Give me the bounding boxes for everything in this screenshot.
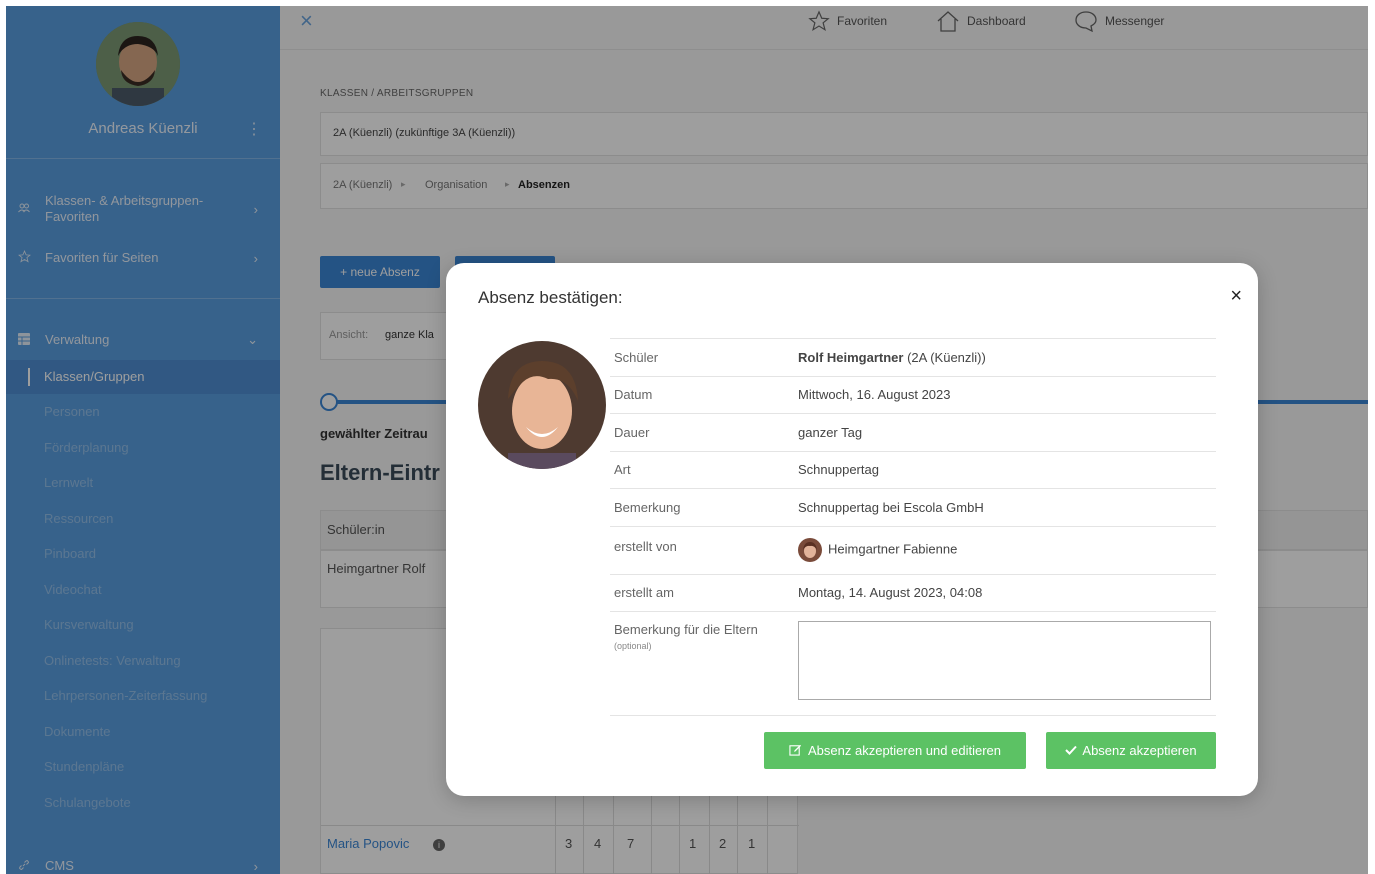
value-parent-remark	[794, 611, 1216, 716]
student-name: Rolf Heimgartner	[798, 349, 904, 365]
label-remark: Bemerkung	[610, 488, 794, 526]
absence-details-table: Schüler Rolf Heimgartner (2A (Küenzli)) …	[610, 338, 1216, 716]
value-duration: ganzer Tag	[794, 413, 1216, 451]
confirm-absence-modal: Absenz bestätigen: × Schüler Rolf Heimga…	[446, 263, 1258, 796]
label-type: Art	[610, 450, 794, 489]
value-date: Mittwoch, 16. August 2023	[794, 375, 1216, 414]
label-date: Datum	[610, 375, 794, 414]
accept-button[interactable]: Absenz akzeptieren	[1046, 732, 1216, 769]
value-created-by: Heimgartner Fabienne	[794, 525, 1216, 574]
accept-and-edit-button[interactable]: Absenz akzeptieren und editieren	[764, 732, 1026, 769]
value-student: Rolf Heimgartner (2A (Küenzli))	[794, 338, 1216, 376]
label-created-by: erstellt von	[610, 525, 794, 574]
label-created-at: erstellt am	[610, 573, 794, 612]
parent-remark-input[interactable]	[798, 621, 1211, 700]
label-student: Schüler	[610, 338, 794, 376]
value-type: Schnuppertag	[794, 450, 1216, 489]
student-class: (2A (Küenzli))	[907, 349, 986, 365]
student-photo	[478, 341, 606, 469]
edit-icon	[789, 743, 802, 759]
value-remark: Schnuppertag bei Escola GmbH	[794, 488, 1216, 526]
parent-remark-label: Bemerkung für die Eltern	[614, 622, 758, 637]
check-icon	[1065, 743, 1078, 758]
label-duration: Dauer	[610, 413, 794, 451]
optional-hint: (optional)	[614, 641, 652, 651]
modal-title: Absenz bestätigen:	[478, 288, 623, 307]
close-icon[interactable]: ×	[1230, 285, 1242, 308]
creator-name: Heimgartner Fabienne	[828, 541, 958, 557]
accept-label: Absenz akzeptieren	[1082, 743, 1197, 758]
value-created-at: Montag, 14. August 2023, 04:08	[794, 573, 1216, 612]
label-parent-remark: Bemerkung für die Eltern (optional)	[610, 611, 794, 716]
creator-avatar	[798, 538, 822, 562]
accept-and-edit-label: Absenz akzeptieren und editieren	[808, 743, 1001, 758]
